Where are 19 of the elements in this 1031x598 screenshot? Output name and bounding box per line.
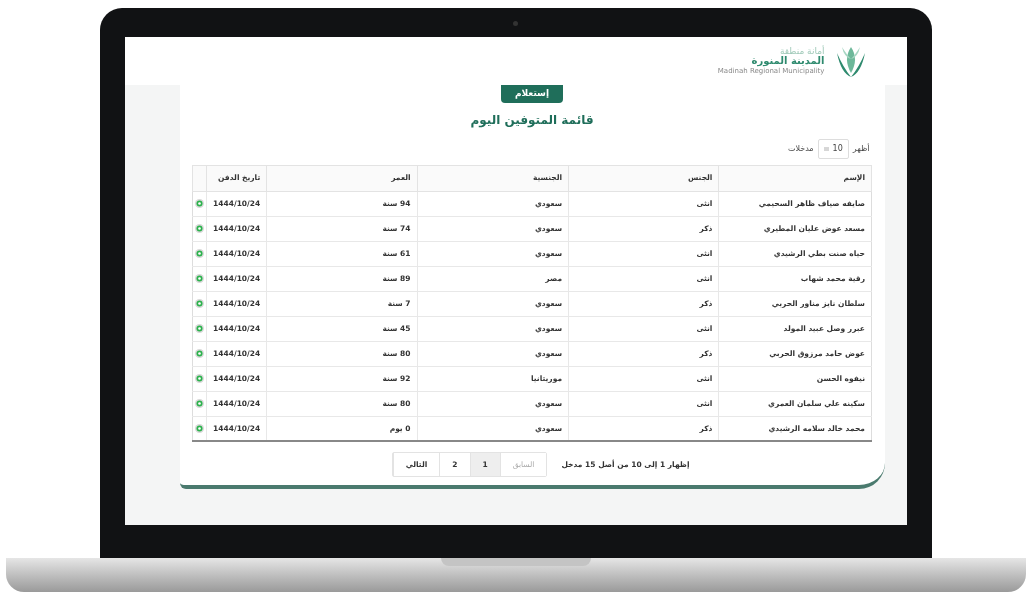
page-size-label: مدخلات [787, 142, 814, 155]
record-status-icon[interactable] [195, 299, 205, 308]
camera-icon [513, 21, 518, 26]
page-size-select[interactable]: 10 [817, 138, 849, 159]
record-status-icon[interactable] [195, 349, 205, 358]
sort-icon [823, 146, 829, 151]
record-status-icon[interactable] [195, 423, 205, 433]
logo-text: المدينة المنورة [751, 56, 825, 66]
record-status-icon[interactable] [195, 224, 205, 233]
record-status-icon[interactable] [195, 399, 205, 408]
record-status-icon[interactable] [195, 374, 205, 383]
page-title: قائمة المتوفين اليوم [470, 111, 594, 129]
page-size-label: أظهر [852, 142, 870, 155]
record-status-icon[interactable] [195, 249, 205, 258]
logo-text: أمانة منطقة [779, 47, 825, 56]
record-status-icon[interactable] [195, 199, 205, 208]
record-status-icon[interactable] [195, 324, 205, 333]
record-status-icon[interactable] [195, 274, 205, 283]
query-button[interactable]: إستعلام [500, 85, 564, 103]
